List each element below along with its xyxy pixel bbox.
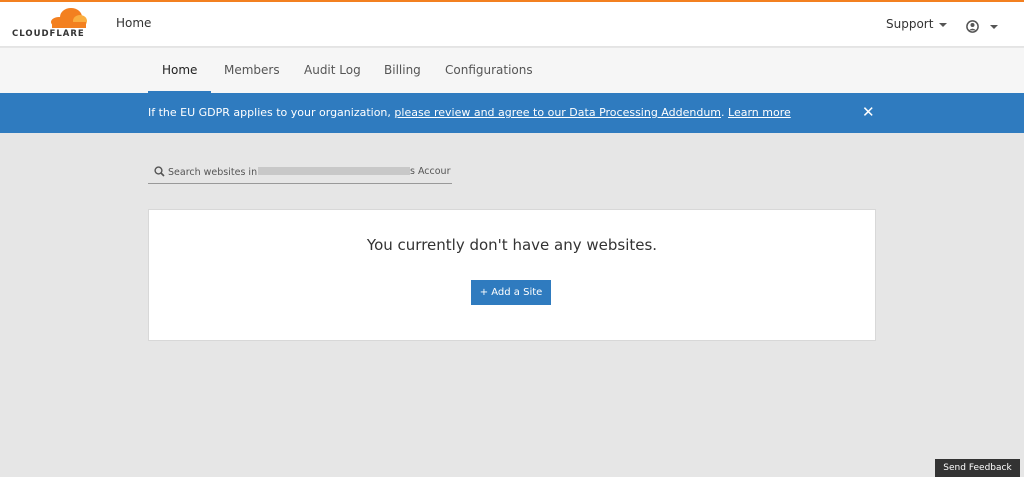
tab-configurations[interactable]: Configurations — [431, 48, 547, 93]
empty-state-message: You currently don't have any websites. — [366, 236, 658, 254]
learn-more-link[interactable]: Learn more — [728, 106, 791, 119]
user-account-menu[interactable] — [966, 16, 999, 35]
account-nav: Home Members Audit Log Billing Configura… — [0, 48, 1024, 93]
banner-separator: . — [721, 106, 729, 119]
close-icon[interactable]: ✕ — [862, 103, 875, 121]
cloud-icon — [51, 8, 87, 28]
cloudflare-logo[interactable]: CLOUDFLARE — [12, 8, 92, 42]
support-label: Support — [886, 17, 934, 31]
search-icon — [154, 166, 165, 177]
top-header: CLOUDFLARE Home Support — [0, 2, 1024, 47]
tab-home[interactable]: Home — [148, 48, 212, 93]
tab-billing[interactable]: Billing — [370, 48, 435, 93]
chevron-down-icon — [939, 22, 948, 27]
tab-audit-log[interactable]: Audit Log — [290, 48, 375, 93]
user-icon — [966, 20, 979, 33]
websites-card: You currently don't have any websites. +… — [148, 209, 876, 341]
add-site-button[interactable]: + Add a Site — [471, 280, 551, 305]
logo-text: CLOUDFLARE — [12, 29, 85, 39]
tab-members[interactable]: Members — [210, 48, 294, 93]
search-placeholder-tail: s Accour — [410, 166, 451, 177]
redacted-account-name — [258, 167, 410, 175]
header-home-link[interactable]: Home — [116, 16, 151, 30]
gdpr-banner: If the EU GDPR applies to your organizat… — [0, 93, 1024, 133]
send-feedback-button[interactable]: Send Feedback — [935, 459, 1020, 477]
chevron-down-icon — [990, 24, 999, 29]
banner-message: If the EU GDPR applies to your organizat… — [148, 106, 395, 119]
support-menu[interactable]: Support — [886, 17, 948, 31]
banner-text: If the EU GDPR applies to your organizat… — [148, 106, 791, 119]
dpa-review-link[interactable]: please review and agree to our Data Proc… — [394, 106, 721, 119]
